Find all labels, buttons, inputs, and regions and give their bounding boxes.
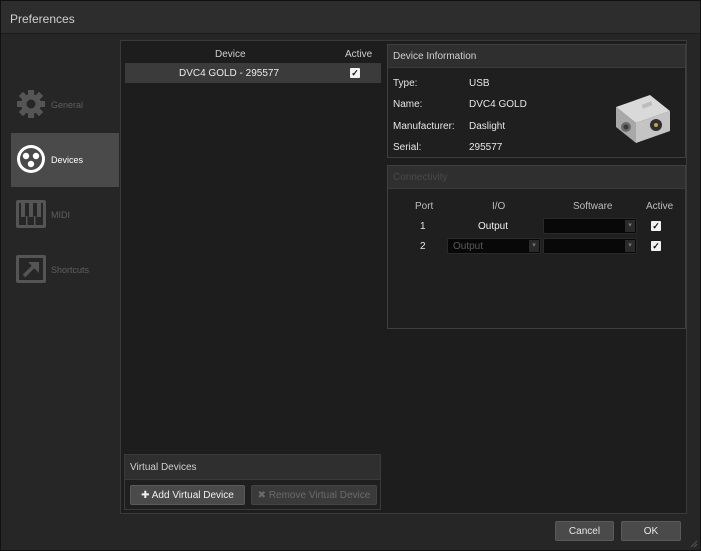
remove-virtual-device-button[interactable]: ✖ Remove Virtual Device	[251, 485, 377, 505]
preferences-window: Preferences General Devices MIDI Shortcu…	[0, 0, 701, 551]
plus-icon: ✚	[141, 490, 152, 501]
nav-item-label: MIDI	[51, 210, 70, 220]
nav-item-general[interactable]: General	[11, 78, 119, 132]
title-bar[interactable]: Preferences	[1, 1, 700, 34]
io-value: Output	[478, 221, 509, 232]
virtual-devices-title: Virtual Devices	[130, 462, 197, 473]
manufacturer-value: Daslight	[469, 121, 506, 132]
port-number: 2	[420, 241, 426, 252]
remove-virtual-device-label: Remove Virtual Device	[268, 490, 371, 501]
nav-item-devices[interactable]: Devices	[11, 133, 119, 187]
port-column-header: Port	[415, 201, 434, 212]
device-name: DVC4 GOLD - 295577	[178, 68, 280, 79]
port-number: 1	[420, 221, 426, 232]
name-label: Name:	[393, 99, 423, 110]
port-active-checkbox[interactable]: ✓	[651, 221, 661, 231]
device-info-title: Device Information	[393, 51, 477, 62]
serial-label: Serial:	[393, 142, 422, 153]
active-column-header: Active	[345, 49, 373, 60]
name-value: DVC4 GOLD	[469, 99, 527, 110]
device-info-header: Device Information	[388, 45, 685, 68]
piano-keys-icon	[15, 198, 47, 230]
remove-icon: ✖	[257, 490, 269, 501]
connectivity-title: Connectivity	[393, 172, 448, 183]
software-column-header: Software	[573, 201, 613, 212]
device-column-header: Device	[215, 49, 246, 60]
nav-item-midi[interactable]: MIDI	[11, 188, 119, 242]
chevron-down-icon: ▾	[625, 240, 635, 252]
device-row[interactable]: DVC4 GOLD - 295577 ✓	[125, 63, 381, 83]
nav-item-label: Shortcuts	[51, 265, 90, 275]
xlr-connector-icon	[15, 143, 47, 175]
chevron-down-icon: ▾	[529, 240, 539, 252]
resize-grip-icon[interactable]	[688, 538, 698, 548]
nav-item-label: Devices	[51, 155, 84, 165]
device-info-box: Device Information Type: USB Name: DVC4 …	[387, 44, 686, 158]
chevron-down-icon: ▾	[625, 220, 635, 232]
software-select[interactable]: ▾	[543, 218, 637, 234]
io-select[interactable]: Output ▾	[447, 238, 541, 254]
port-active-checkbox[interactable]: ✓	[651, 241, 661, 251]
ok-button[interactable]: OK	[621, 521, 681, 541]
add-virtual-device-button[interactable]: ✚ Add Virtual Device	[130, 485, 245, 505]
software-select[interactable]: ▾	[543, 238, 637, 254]
active-column-header: Active	[646, 201, 674, 212]
arrow-out-icon	[15, 253, 47, 285]
cancel-button[interactable]: Cancel	[555, 521, 614, 541]
type-value: USB	[469, 78, 490, 89]
connectivity-header: Connectivity	[388, 166, 685, 189]
nav-item-shortcuts[interactable]: Shortcuts	[11, 243, 119, 297]
device-image	[612, 89, 674, 147]
type-label: Type:	[393, 78, 418, 89]
serial-value: 295577	[469, 142, 503, 153]
manufacturer-label: Manufacturer:	[393, 121, 455, 132]
nav-item-label: General	[51, 100, 84, 110]
add-virtual-device-label: Add Virtual Device	[151, 490, 234, 501]
connectivity-box: Connectivity Port I/O Software Active 1 …	[387, 165, 686, 329]
gear-icon	[15, 88, 47, 120]
io-column-header: I/O	[492, 201, 506, 212]
window-title: Preferences	[10, 12, 75, 26]
io-value: Output	[453, 241, 484, 252]
virtual-devices-header: Virtual Devices	[125, 455, 380, 480]
device-active-checkbox[interactable]: ✓	[350, 68, 360, 78]
